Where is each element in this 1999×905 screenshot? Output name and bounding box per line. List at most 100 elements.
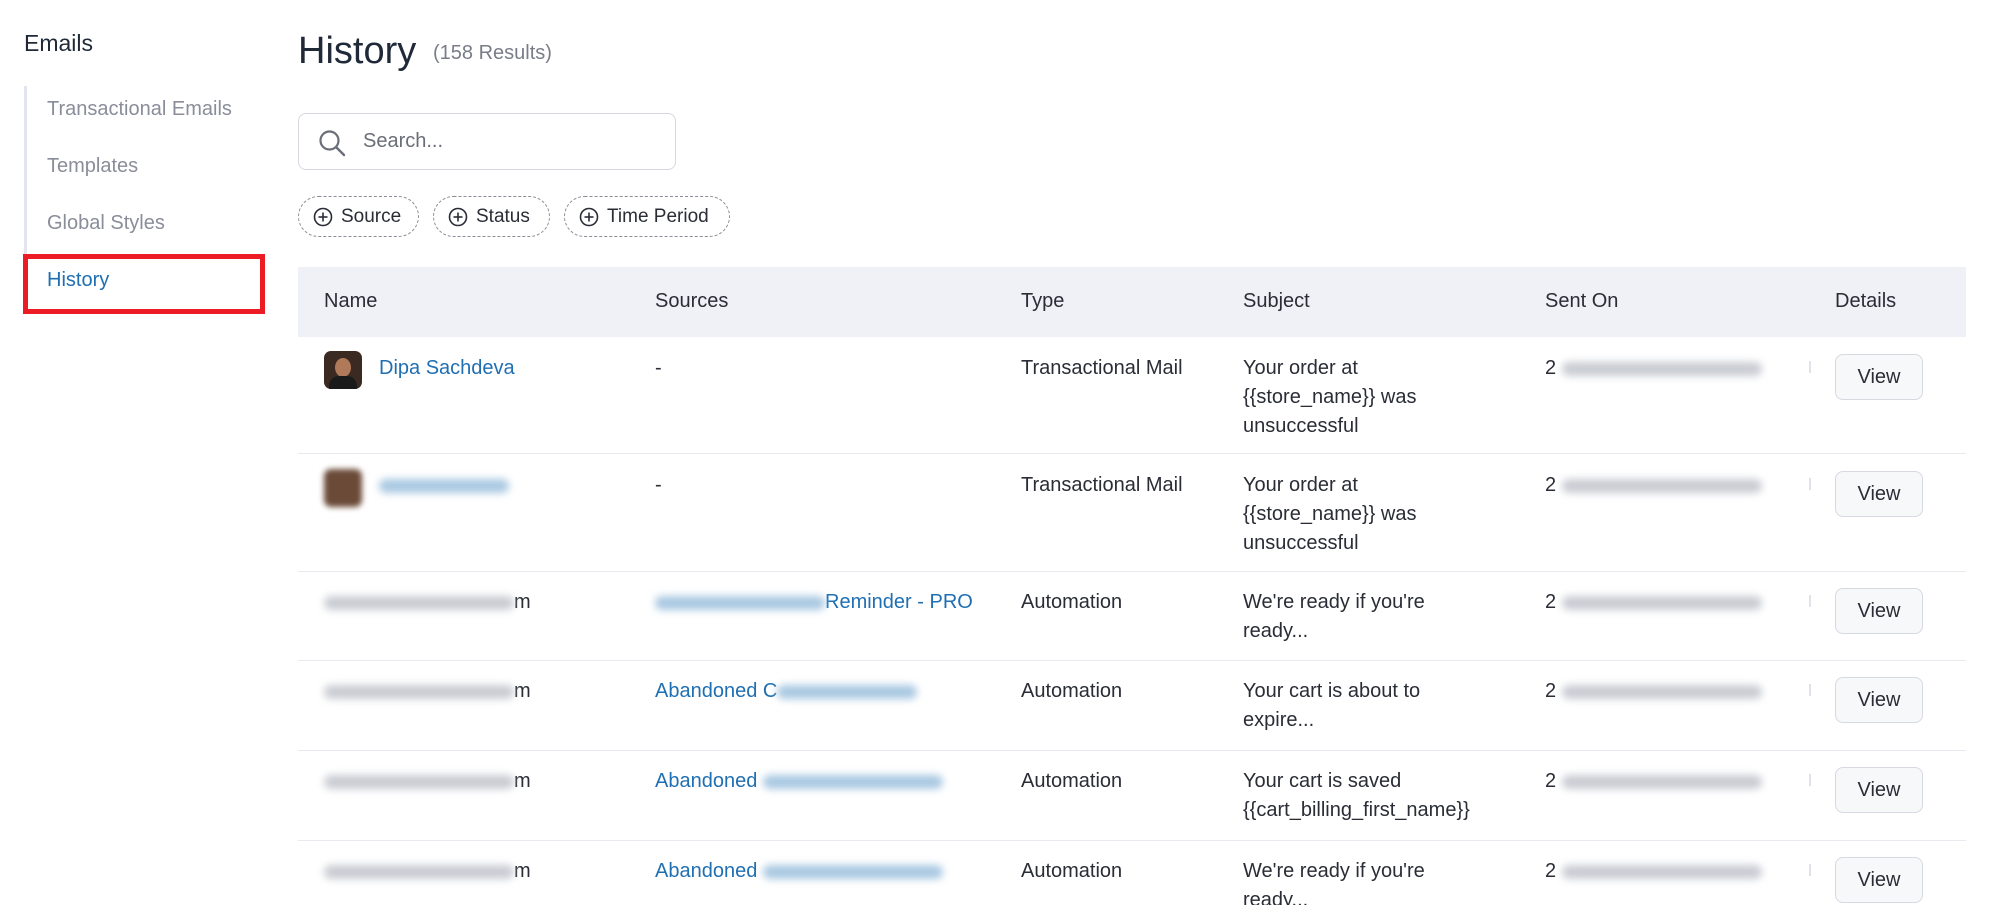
email-suffix: m [514,770,531,792]
subject-cell: Your order at {{store_name}} was unsucce… [1243,354,1416,441]
sidebar-heading: Emails [24,30,94,56]
view-details-button[interactable]: View [1835,354,1923,400]
sidebar: Emails Transactional Emails Templates Gl… [0,0,280,905]
column-divider [1809,361,1811,373]
view-details-button[interactable]: View [1835,767,1923,813]
source-cell: - [655,357,662,379]
type-cell: Automation [1021,860,1123,882]
source-link[interactable]: Abandoned C [655,677,918,706]
result-count: (158 Results) [433,42,552,64]
type-cell: Automation [1021,680,1123,702]
redacted-email [324,684,514,699]
subject-line: Your cart is about to [1243,680,1421,702]
sidebar-item-global-styles[interactable]: Global Styles [47,212,165,235]
table-header: Name Sources Type Subject Sent On Detail… [298,267,1966,337]
source-prefix: Abandoned [655,860,758,882]
type-cell: Automation [1021,591,1123,613]
filter-source-button[interactable]: Source [298,196,419,237]
subject-line: ready... [1243,889,1309,905]
column-header-subject[interactable]: Subject [1243,290,1310,313]
column-header-type[interactable]: Type [1021,290,1064,313]
redacted-date [1561,864,1762,879]
recipient-name-link[interactable] [379,471,509,500]
subject-line: unsuccessful [1243,532,1359,554]
redacted-source [762,774,943,789]
recipient-email-cell: m [324,588,531,617]
subject-cell: Your order at {{store_name}} was unsucce… [1243,471,1416,558]
subject-line: {{cart_billing_first_name}} [1243,799,1470,821]
subject-cell: Your cart is about to expire... [1243,677,1420,735]
view-details-button[interactable]: View [1835,857,1923,903]
recipient-email-cell: m [324,767,531,796]
column-header-details: Details [1835,290,1897,312]
sent-on-cell: 2 [1545,767,1762,796]
subject-cell: We're ready if you're ready... [1243,588,1425,646]
sent-on-cell: 2 [1545,588,1762,617]
sent-on-prefix: 2 [1545,474,1557,496]
redacted-source [762,864,943,879]
email-suffix: m [514,860,531,882]
avatar [324,351,362,389]
subject-line: Your order at [1243,474,1358,496]
column-header-sent-on[interactable]: Sent On [1545,290,1618,313]
email-suffix: m [514,680,531,702]
plus-circle-icon [313,207,333,226]
source-cell: - [655,474,662,496]
view-details-button[interactable]: View [1835,588,1923,634]
table-row: m Reminder - PRO Automation We're ready … [298,572,1966,661]
sent-on-cell: 2 [1545,471,1762,500]
search-box[interactable] [298,113,676,170]
source-prefix: Abandoned [655,770,758,792]
filter-status-label: Status [476,205,530,227]
source-link[interactable]: Abandoned [655,857,943,886]
redacted-date [1561,478,1762,493]
sent-on-prefix: 2 [1545,860,1557,882]
table-row: - Transactional Mail Your order at {{sto… [298,454,1966,572]
type-cell: Transactional Mail [1021,357,1183,379]
sent-on-prefix: 2 [1545,357,1557,379]
redacted-date [1561,774,1762,789]
subject-line: Your cart is saved [1243,770,1402,792]
redacted-source [655,595,825,610]
view-details-button[interactable]: View [1835,471,1923,517]
view-details-button[interactable]: View [1835,677,1923,723]
main-content: History (158 Results) Source Status Time [298,0,1999,905]
subject-line: ready... [1243,620,1309,642]
column-divider [1809,684,1811,696]
recipient-email-cell: m [324,857,531,886]
avatar [324,469,362,507]
sent-on-cell: 2 [1545,677,1762,706]
sent-on-prefix: 2 [1545,680,1557,702]
filter-time-period-button[interactable]: Time Period [564,196,730,237]
column-header-name[interactable]: Name [324,290,377,313]
filter-source-label: Source [341,205,402,227]
column-divider [1809,864,1811,876]
source-link[interactable]: Reminder - PRO [655,588,973,617]
sent-on-cell: 2 [1545,857,1762,886]
redacted-date [1561,361,1762,376]
redacted-email [324,595,514,610]
source-prefix: Abandoned C [655,680,778,702]
subject-cell: Your cart is saved {{cart_billing_first_… [1243,767,1470,825]
recipient-name-link[interactable]: Dipa Sachdeva [379,354,515,383]
table-row: Dipa Sachdeva - Transactional Mail Your … [298,337,1966,454]
sent-on-prefix: 2 [1545,770,1557,792]
table-row: m Abandoned C Automation Your cart is ab… [298,661,1966,751]
redacted-email [324,774,514,789]
subject-line: Your order at [1243,357,1358,379]
search-input[interactable] [363,114,663,168]
subject-line: unsuccessful [1243,415,1359,437]
type-cell: Automation [1021,770,1123,792]
source-link[interactable]: Abandoned [655,767,943,796]
column-divider [1809,595,1811,607]
redacted-date [1561,595,1762,610]
subject-line: We're ready if you're [1243,591,1425,613]
filter-status-button[interactable]: Status [433,196,550,237]
sidebar-item-templates[interactable]: Templates [47,155,138,178]
redacted-name [379,478,509,493]
column-header-sources[interactable]: Sources [655,290,728,313]
subject-line: expire... [1243,709,1315,731]
table-row: m Abandoned Automation We're ready if yo… [298,841,1966,905]
sidebar-item-transactional-emails[interactable]: Transactional Emails [47,98,232,121]
column-divider [1809,774,1811,786]
